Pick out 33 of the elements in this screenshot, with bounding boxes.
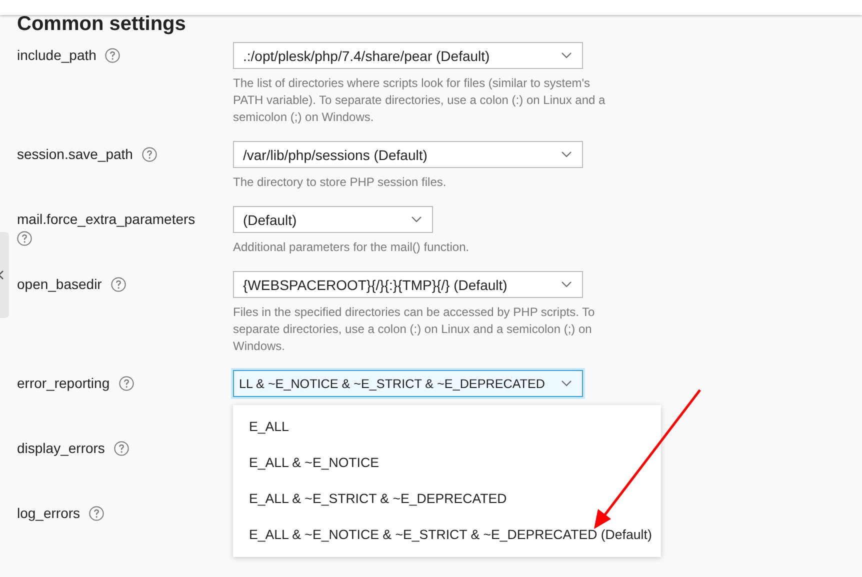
select-field[interactable]: /var/lib/php/sessions (Default)	[233, 141, 583, 168]
help-icon[interactable]	[17, 231, 32, 246]
setting-label: include_path	[17, 47, 96, 63]
chevron-down-icon	[561, 151, 572, 158]
chevron-down-icon	[561, 380, 572, 387]
setting-label: log_errors	[17, 505, 80, 521]
help-icon[interactable]	[114, 441, 129, 456]
select-field[interactable]: (Default)	[233, 206, 433, 233]
chevron-down-icon	[411, 216, 422, 223]
help-icon[interactable]	[105, 48, 120, 63]
help-icon[interactable]	[118, 376, 134, 391]
setting-label: session.save_path	[17, 146, 133, 162]
select-field[interactable]: .:/opt/plesk/php/7.4/share/pear (Default)	[233, 42, 583, 69]
field-description: Additional parameters for the mail() function.	[233, 239, 470, 256]
chevron-down-icon	[561, 281, 572, 288]
field-description: The directory to store PHP session files.	[233, 174, 448, 191]
help-icon[interactable]	[88, 506, 104, 521]
select-field[interactable]: LL & ~E_NOTICE & ~E_STRICT & ~E_DEPRECATED	[233, 370, 583, 397]
field-description: The list of directories where scripts look for files (similar to system's PATH variable). To separate directories, use a colon (:) on Linux and a semicolon (;) on Windows.	[233, 75, 606, 126]
setting-label: open_basedir	[17, 276, 102, 292]
setting-label: display_errors	[17, 440, 105, 456]
setting-label: mail.force_extra_parameters	[17, 211, 196, 227]
dropdown-option[interactable]: E_ALL & ~E_NOTICE & ~E_STRICT & ~E_DEPRECATED (Default)	[233, 517, 661, 553]
dropdown-option[interactable]: E_ALL & ~E_STRICT & ~E_DEPRECATED	[233, 481, 661, 517]
dropdown-option[interactable]: E_ALL & ~E_NOTICE	[233, 445, 661, 481]
field-description: Files in the specified directories can be accessed by PHP scripts. To separate directories, use a colon (:) on Linux and a semicolon (;) on Windows.	[233, 304, 596, 355]
sidebar-toggle[interactable]	[0, 232, 9, 318]
setting-label: error_reporting	[17, 375, 110, 391]
help-icon[interactable]	[142, 147, 157, 162]
dropdown-option[interactable]: E_ALL	[233, 409, 661, 445]
help-icon[interactable]	[110, 277, 126, 292]
select-field[interactable]: {WEBSPACEROOT}{/}{:}{TMP}{/} (Default)	[233, 271, 583, 298]
chevron-down-icon	[561, 52, 572, 59]
